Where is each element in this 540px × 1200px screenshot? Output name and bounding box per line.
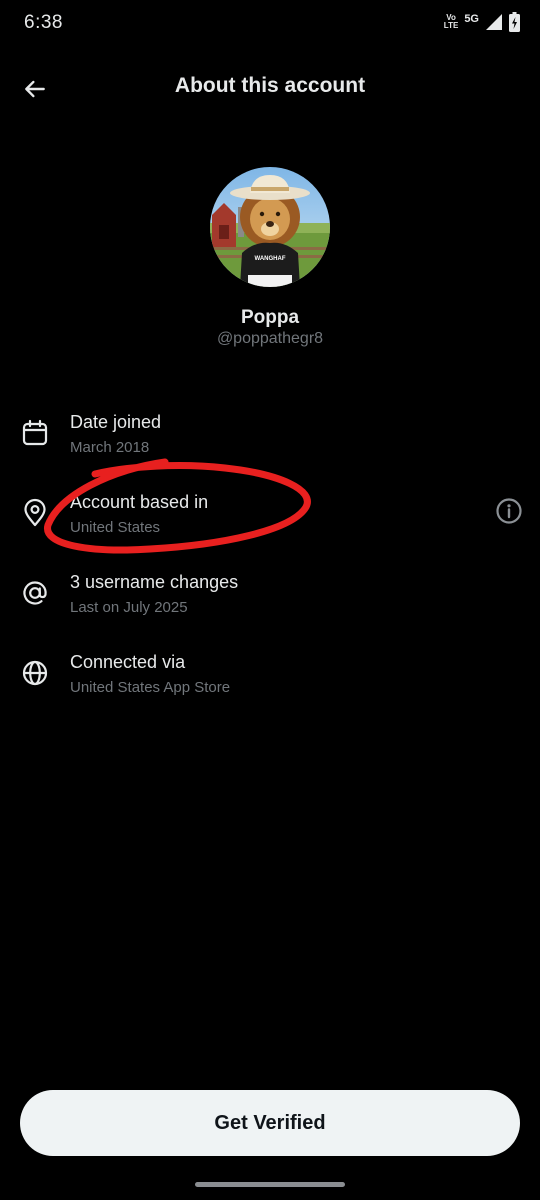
page-title: About this account xyxy=(174,74,366,97)
info-icon[interactable] xyxy=(494,496,524,526)
info-row-connected-via: Connected via United States App Store xyxy=(0,632,540,712)
avatar[interactable]: WANGHAF xyxy=(210,167,330,287)
info-row-date-joined: Date joined March 2018 xyxy=(0,392,540,472)
info-subtitle: Last on July 2025 xyxy=(70,599,188,616)
info-row-username-changes: 3 username changes Last on July 2025 xyxy=(0,552,540,632)
status-icons: Vo LTE 5G xyxy=(444,12,520,32)
info-subtitle: United States xyxy=(70,519,161,536)
svg-text:WANGHAF: WANGHAF xyxy=(255,256,286,262)
info-title: 3 username changes xyxy=(70,572,239,592)
at-sign-icon xyxy=(23,581,47,605)
username-handle: @poppathegr8 xyxy=(216,330,324,347)
calendar-icon xyxy=(22,419,48,446)
lion-avatar-image: WANGHAF xyxy=(210,167,330,287)
info-title: Date joined xyxy=(70,412,162,432)
status-bar: 6:38 Vo LTE 5G xyxy=(0,0,540,46)
home-indicator[interactable] xyxy=(195,1182,345,1187)
info-title: Connected via xyxy=(70,652,186,672)
info-subtitle: March 2018 xyxy=(70,439,150,456)
info-subtitle: United States App Store xyxy=(70,679,231,696)
battery-icon xyxy=(509,12,520,32)
info-row-account-based-in: Account based in United States xyxy=(0,472,540,552)
network-type-label: 5G xyxy=(464,13,479,25)
header: About this account xyxy=(0,60,540,116)
globe-icon xyxy=(22,660,48,686)
get-verified-button[interactable]: Get Verified xyxy=(20,1090,520,1156)
volte-icon: Vo LTE xyxy=(443,13,459,30)
signal-icon xyxy=(486,14,502,30)
status-time: 6:38 xyxy=(24,12,63,33)
display-name: Poppa xyxy=(240,307,300,328)
info-title: Account based in xyxy=(70,492,209,512)
account-info-list: Date joined March 2018 Account based in … xyxy=(0,392,540,712)
location-pin-icon xyxy=(24,498,46,527)
